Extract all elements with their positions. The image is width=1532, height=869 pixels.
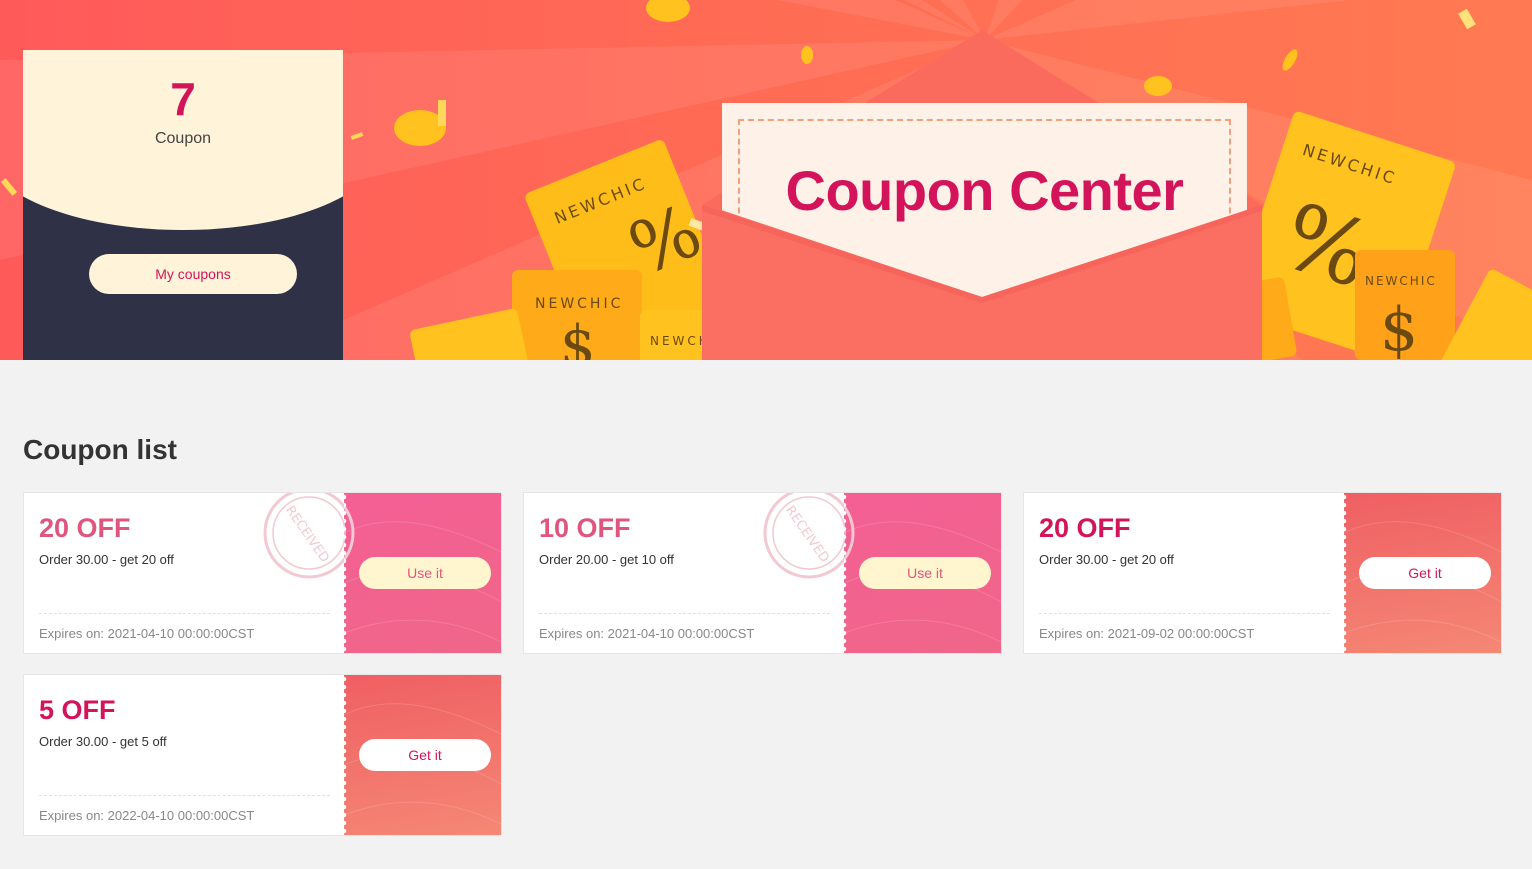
coupon-divider (539, 613, 830, 614)
coupon-count-card: 7 Coupon My coupons (23, 50, 343, 360)
coupon-list-title: Coupon list (23, 434, 177, 465)
coupon-condition: Order 20.00 - get 10 off (539, 552, 674, 567)
received-stamp-text: RECEIVED (782, 503, 832, 565)
coupon-condition: Order 30.00 - get 20 off (1039, 552, 1174, 567)
coupon-center-banner: NEWCHIC % NEWCHIC $ NEWCHIC NEWCHIC % NE… (0, 0, 1532, 360)
coupon-perforation (344, 675, 350, 835)
received-stamp-icon: RECEIVED (263, 493, 355, 579)
coupon-condition: Order 30.00 - get 5 off (39, 734, 167, 749)
coupon-perforation (344, 493, 350, 653)
coupon-divider (39, 613, 330, 614)
get-it-button[interactable]: Get it (1359, 557, 1491, 589)
coupon-divider (39, 795, 330, 796)
coupon-card: 20 OFF Order 30.00 - get 20 off Expires … (1023, 492, 1502, 654)
coupon-amount: 20 OFF (39, 513, 131, 543)
coupon-amount: 5 OFF (39, 695, 116, 725)
coupon-card: RECEIVED 20 OFF Order 30.00 - get 20 off… (23, 492, 502, 654)
coupon-amount: 20 OFF (1039, 513, 1131, 543)
coupon-expiry: Expires on: 2022-04-10 00:00:00CST (39, 808, 255, 823)
received-stamp-icon: RECEIVED (763, 493, 855, 579)
get-it-button[interactable]: Get it (359, 739, 491, 771)
use-it-button[interactable]: Use it (859, 557, 991, 589)
envelope-front (702, 205, 1262, 360)
coupon-count: 7 (170, 73, 196, 125)
received-stamp-text: RECEIVED (282, 503, 332, 565)
coupon-expiry: Expires on: 2021-04-10 00:00:00CST (39, 626, 255, 641)
my-coupons-button[interactable]: My coupons (89, 254, 297, 294)
use-it-button[interactable]: Use it (359, 557, 491, 589)
coupon-card: 5 OFF Order 30.00 - get 5 off Expires on… (23, 674, 502, 836)
coupon-count-label: Coupon (154, 130, 212, 147)
coupon-condition: Order 30.00 - get 20 off (39, 552, 174, 567)
coupon-amount: 10 OFF (539, 513, 631, 543)
coupon-perforation (844, 493, 850, 653)
coupon-perforation (1344, 493, 1350, 653)
coupon-expiry: Expires on: 2021-04-10 00:00:00CST (539, 626, 755, 641)
coupon-card: RECEIVED 10 OFF Order 20.00 - get 10 off… (523, 492, 1002, 654)
coupon-expiry: Expires on: 2021-09-02 00:00:00CST (1039, 626, 1255, 641)
coupon-divider (1039, 613, 1330, 614)
